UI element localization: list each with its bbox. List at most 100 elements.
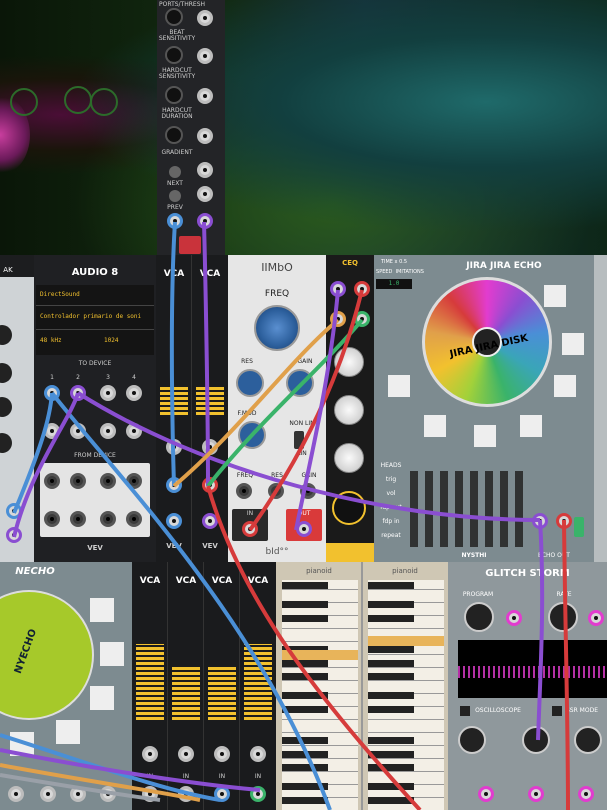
echo-button[interactable] [90, 686, 114, 710]
echo-button[interactable] [388, 375, 410, 397]
jack[interactable] [214, 746, 230, 762]
knob[interactable] [574, 726, 602, 754]
block-size-select[interactable]: 1024 [104, 337, 118, 344]
beat-sensitivity-knob[interactable] [165, 46, 183, 64]
jack[interactable] [70, 385, 86, 401]
jack[interactable] [330, 281, 346, 297]
jack[interactable] [44, 473, 60, 489]
jack[interactable] [556, 513, 572, 529]
jack[interactable] [166, 439, 182, 455]
eq-knob[interactable] [334, 347, 364, 377]
knob[interactable] [0, 433, 12, 453]
active-key[interactable] [282, 650, 358, 660]
black-keys[interactable] [282, 580, 328, 810]
program-knob[interactable] [464, 602, 494, 632]
jack[interactable] [354, 281, 370, 297]
freq-knob[interactable] [254, 305, 300, 351]
jack[interactable] [532, 513, 548, 529]
necho-disk[interactable] [0, 590, 94, 720]
echo-out-switch[interactable] [574, 517, 584, 537]
jack[interactable] [202, 439, 218, 455]
jack[interactable] [242, 521, 258, 537]
knob[interactable] [0, 397, 12, 417]
knob[interactable] [458, 726, 486, 754]
jack[interactable] [296, 521, 312, 537]
next-button[interactable] [169, 166, 181, 178]
jack[interactable] [126, 511, 142, 527]
jack[interactable] [70, 786, 86, 802]
knob[interactable] [0, 325, 12, 345]
eq-knob[interactable] [334, 443, 364, 473]
jack[interactable] [40, 786, 56, 802]
oscilloscope-toggle[interactable] [460, 706, 470, 716]
jack[interactable] [100, 423, 116, 439]
jack[interactable] [197, 186, 213, 202]
jack[interactable] [197, 88, 213, 104]
jack[interactable] [6, 527, 22, 543]
linearity-switch[interactable] [294, 431, 304, 449]
jack[interactable] [588, 610, 604, 626]
eq-knob[interactable] [334, 395, 364, 425]
jack[interactable] [578, 786, 594, 802]
jack[interactable] [126, 423, 142, 439]
threshold-knob[interactable] [165, 8, 183, 26]
driver-select[interactable]: DirectSound [40, 291, 80, 298]
jack[interactable] [100, 511, 116, 527]
jack[interactable] [178, 746, 194, 762]
prev-button[interactable] [169, 190, 181, 202]
jack[interactable] [167, 213, 183, 229]
rate-knob[interactable] [548, 602, 578, 632]
device-select[interactable]: Controlador primario de soni [40, 313, 141, 320]
echo-button[interactable] [562, 333, 584, 355]
piano-keyboard[interactable] [282, 580, 358, 810]
jack[interactable] [70, 511, 86, 527]
knob[interactable] [0, 363, 12, 383]
jack[interactable] [197, 48, 213, 64]
jack[interactable] [100, 473, 116, 489]
jack[interactable] [268, 483, 284, 499]
jack[interactable] [8, 786, 24, 802]
sample-rate-select[interactable]: 48 kHz [40, 337, 62, 344]
piano-keyboard[interactable] [368, 580, 444, 810]
hardcut-duration-knob[interactable] [165, 126, 183, 144]
black-keys[interactable] [368, 580, 414, 810]
jack[interactable] [142, 746, 158, 762]
jack[interactable] [197, 162, 213, 178]
jack[interactable] [330, 311, 346, 327]
echo-button[interactable] [424, 415, 446, 437]
jack[interactable] [202, 477, 218, 493]
jack[interactable] [44, 511, 60, 527]
jack[interactable] [100, 385, 116, 401]
echo-button[interactable] [10, 732, 34, 756]
jack[interactable] [478, 786, 494, 802]
jack[interactable] [528, 786, 544, 802]
jack[interactable] [166, 513, 182, 529]
jack[interactable] [250, 786, 266, 802]
jack[interactable] [197, 10, 213, 26]
jack[interactable] [44, 385, 60, 401]
knob[interactable] [522, 726, 550, 754]
fmod-knob[interactable] [238, 421, 266, 449]
jack[interactable] [250, 746, 266, 762]
active-key[interactable] [368, 636, 444, 646]
jack[interactable] [506, 610, 522, 626]
jack[interactable] [126, 473, 142, 489]
jack[interactable] [100, 786, 116, 802]
jack[interactable] [166, 477, 182, 493]
jack[interactable] [44, 423, 60, 439]
hardcut-sensitivity-knob[interactable] [165, 86, 183, 104]
echo-button[interactable] [90, 598, 114, 622]
echo-button[interactable] [100, 642, 124, 666]
jack[interactable] [197, 213, 213, 229]
jack[interactable] [142, 786, 158, 802]
res-knob[interactable] [236, 369, 264, 397]
echo-button[interactable] [56, 720, 80, 744]
jack[interactable] [214, 786, 230, 802]
jack[interactable] [126, 385, 142, 401]
echo-button[interactable] [554, 375, 576, 397]
jack[interactable] [178, 786, 194, 802]
jack[interactable] [70, 423, 86, 439]
jack[interactable] [236, 483, 252, 499]
heads-matrix[interactable] [406, 471, 526, 547]
jack[interactable] [300, 483, 316, 499]
